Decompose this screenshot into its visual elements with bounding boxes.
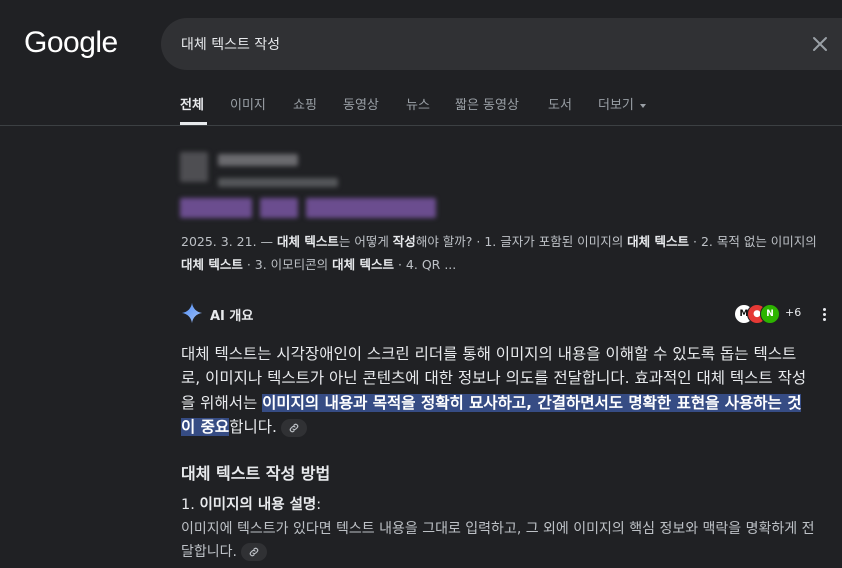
source-link-button[interactable] bbox=[240, 543, 267, 561]
tab-more[interactable]: 더보기 bbox=[598, 94, 646, 113]
snippet-text: 해야 할까? · 1. 글자가 포함된 이미지의 bbox=[415, 234, 628, 249]
source-link-button[interactable] bbox=[280, 418, 307, 437]
gemini-sparkle-icon bbox=[181, 302, 203, 324]
site-name-blurred bbox=[218, 154, 298, 166]
caret-down-icon bbox=[639, 103, 646, 108]
google-logo[interactable]: Google bbox=[24, 26, 118, 60]
favicon-blurred bbox=[180, 152, 208, 182]
snippet-bold: 작성 bbox=[392, 234, 416, 249]
snippet-bold: 대체 텍스트 bbox=[181, 257, 243, 272]
paragraph-text: 합니다. bbox=[229, 418, 277, 437]
kebab-dot bbox=[822, 313, 826, 316]
list-item-colon: : bbox=[316, 497, 322, 513]
search-input[interactable] bbox=[181, 33, 781, 55]
result-snippet: 2025. 3. 21. — 대체 텍스트는 어떻게 작성해야 할까? · 1.… bbox=[181, 230, 831, 276]
snippet-text: · 2. 목적 없는 이미지의 bbox=[689, 234, 817, 249]
link-icon bbox=[289, 423, 299, 432]
snippet-bold: 대체 텍스트 bbox=[332, 257, 395, 272]
ai-overview-label: AI 개요 bbox=[210, 309, 254, 324]
close-icon bbox=[813, 37, 827, 51]
list-item-text: 이미지에 텍스트가 있다면 텍스트 내용을 그대로 입력하고, 그 외에 이미지… bbox=[181, 521, 815, 560]
tab-books[interactable]: 도서 bbox=[548, 94, 572, 113]
tab-videos[interactable]: 동영상 bbox=[343, 94, 379, 113]
title-blurred-2[interactable] bbox=[260, 198, 298, 218]
section-heading: 대체 텍스트 작성 방법 bbox=[181, 464, 331, 483]
search-box[interactable] bbox=[161, 18, 842, 70]
snippet-bold: 대체 텍스트 bbox=[627, 234, 690, 249]
snippet-text: 는 어떻게 bbox=[338, 234, 393, 249]
sources-count: +6 bbox=[785, 306, 802, 319]
tabs-divider bbox=[0, 125, 842, 126]
list-item-body: 이미지에 텍스트가 있다면 텍스트 내용을 그대로 입력하고, 그 외에 이미지… bbox=[181, 518, 821, 564]
tab-more-label: 더보기 bbox=[598, 98, 634, 113]
snippet-text: · 3. 이모티콘의 bbox=[242, 257, 333, 272]
clear-search-button[interactable] bbox=[808, 32, 832, 56]
tab-news[interactable]: 뉴스 bbox=[406, 94, 430, 113]
snippet-date: 2025. 3. 21. — bbox=[181, 234, 277, 249]
list-item-heading: 이미지의 내용 설명 bbox=[199, 497, 317, 513]
kebab-dot bbox=[822, 318, 826, 321]
source-logo-n: N bbox=[760, 304, 780, 324]
kebab-dot bbox=[822, 308, 826, 311]
url-blurred bbox=[218, 178, 338, 187]
list-item-number: 1. bbox=[181, 497, 195, 513]
tab-all[interactable]: 전체 bbox=[180, 94, 204, 113]
ai-overview-paragraph: 대체 텍스트는 시각장애인이 스크린 리더를 통해 이미지의 내용을 이해할 수… bbox=[181, 342, 811, 440]
tab-short-videos[interactable]: 짧은 동영상 bbox=[455, 94, 519, 113]
snippet-text: · 4. QR ... bbox=[394, 257, 457, 272]
tab-images[interactable]: 이미지 bbox=[230, 94, 266, 113]
link-icon bbox=[249, 547, 259, 557]
more-options-button[interactable] bbox=[817, 306, 831, 324]
title-blurred-3[interactable] bbox=[306, 198, 436, 218]
tab-shopping[interactable]: 쇼핑 bbox=[293, 94, 317, 113]
list-item-title: 1. 이미지의 내용 설명: bbox=[181, 493, 321, 514]
title-blurred-1[interactable] bbox=[180, 198, 252, 218]
snippet-bold: 대체 텍스트 bbox=[276, 234, 339, 249]
